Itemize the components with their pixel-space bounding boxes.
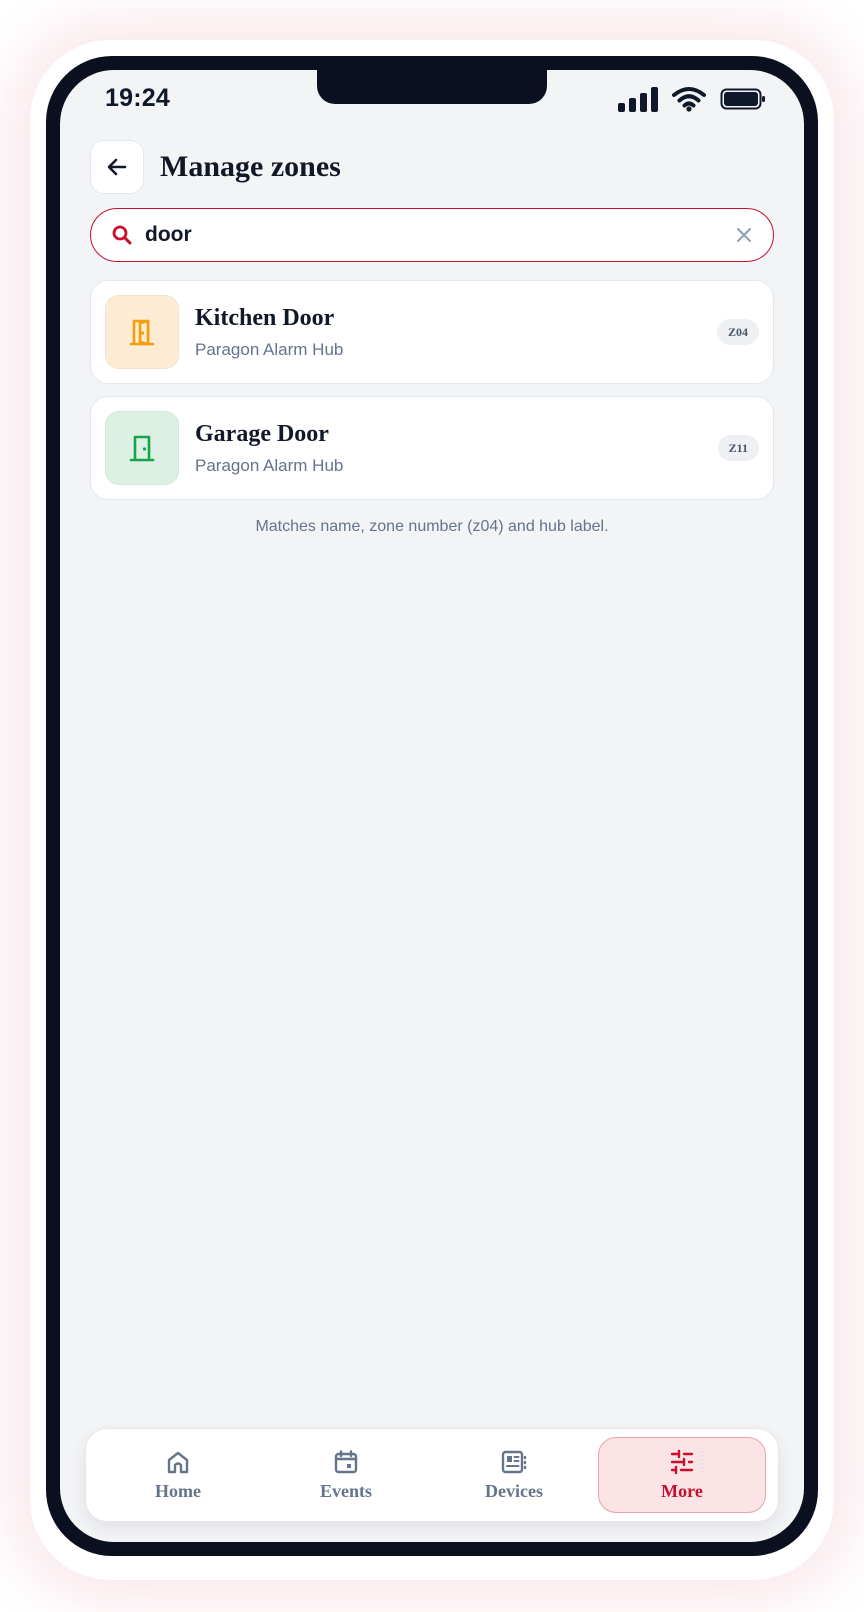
tab-label: Devices [485,1480,543,1501]
status-time: 19:24 [105,84,170,112]
zone-name: Garage Door [195,420,329,447]
tab-label: Home [155,1480,201,1501]
tab-label: More [661,1480,703,1501]
tab-home[interactable]: Home [94,1437,262,1513]
zone-card[interactable]: Garage Door Paragon Alarm Hub Z11 [90,396,774,500]
zone-hub: Paragon Alarm Hub [195,339,344,359]
signal-icon [618,86,658,112]
door-icon [129,435,155,462]
zone-icon-tile [105,411,179,485]
zone-icon-tile [105,295,179,369]
page-title: Manage zones [160,150,341,183]
zone-card[interactable]: Kitchen Door Paragon Alarm Hub Z04 [90,280,774,384]
search-bar[interactable] [90,208,774,262]
screen: 19:24 Manage zones door Kitchen Door Par… [60,70,804,1542]
tab-more[interactable]: More [598,1437,766,1513]
battery-icon [720,88,765,110]
zone-number-badge: Z11 [717,435,759,461]
zone-name: Kitchen Door [195,304,335,331]
close-icon [736,227,752,243]
search-input[interactable] [145,223,735,247]
header: Manage zones [90,140,341,194]
arrow-left-icon [107,158,127,176]
notch [317,70,547,104]
sliders-icon [670,1449,694,1474]
wifi-icon [672,87,706,112]
back-button[interactable] [90,140,144,194]
door-open-icon [129,319,155,346]
status-icons [618,86,766,112]
search-hint: Matches name, zone number (z04) and hub … [255,518,609,535]
tab-bar: Home Events Devices More [85,1428,779,1522]
search-icon [111,224,133,246]
home-icon [167,1451,189,1473]
clear-search-button[interactable] [735,226,753,244]
zone-list: Kitchen Door Paragon Alarm Hub Z04 Garag… [90,280,774,512]
tab-events[interactable]: Events [262,1437,430,1513]
tab-label: Events [319,1480,372,1501]
zone-number-badge: Z04 [716,319,759,345]
phone-frame: 19:24 Manage zones door Kitchen Door Par… [46,56,818,1556]
tab-devices[interactable]: Devices [430,1437,598,1513]
calendar-icon [334,1449,358,1473]
devices-icon [501,1450,527,1473]
zone-hub: Paragon Alarm Hub [195,455,344,475]
